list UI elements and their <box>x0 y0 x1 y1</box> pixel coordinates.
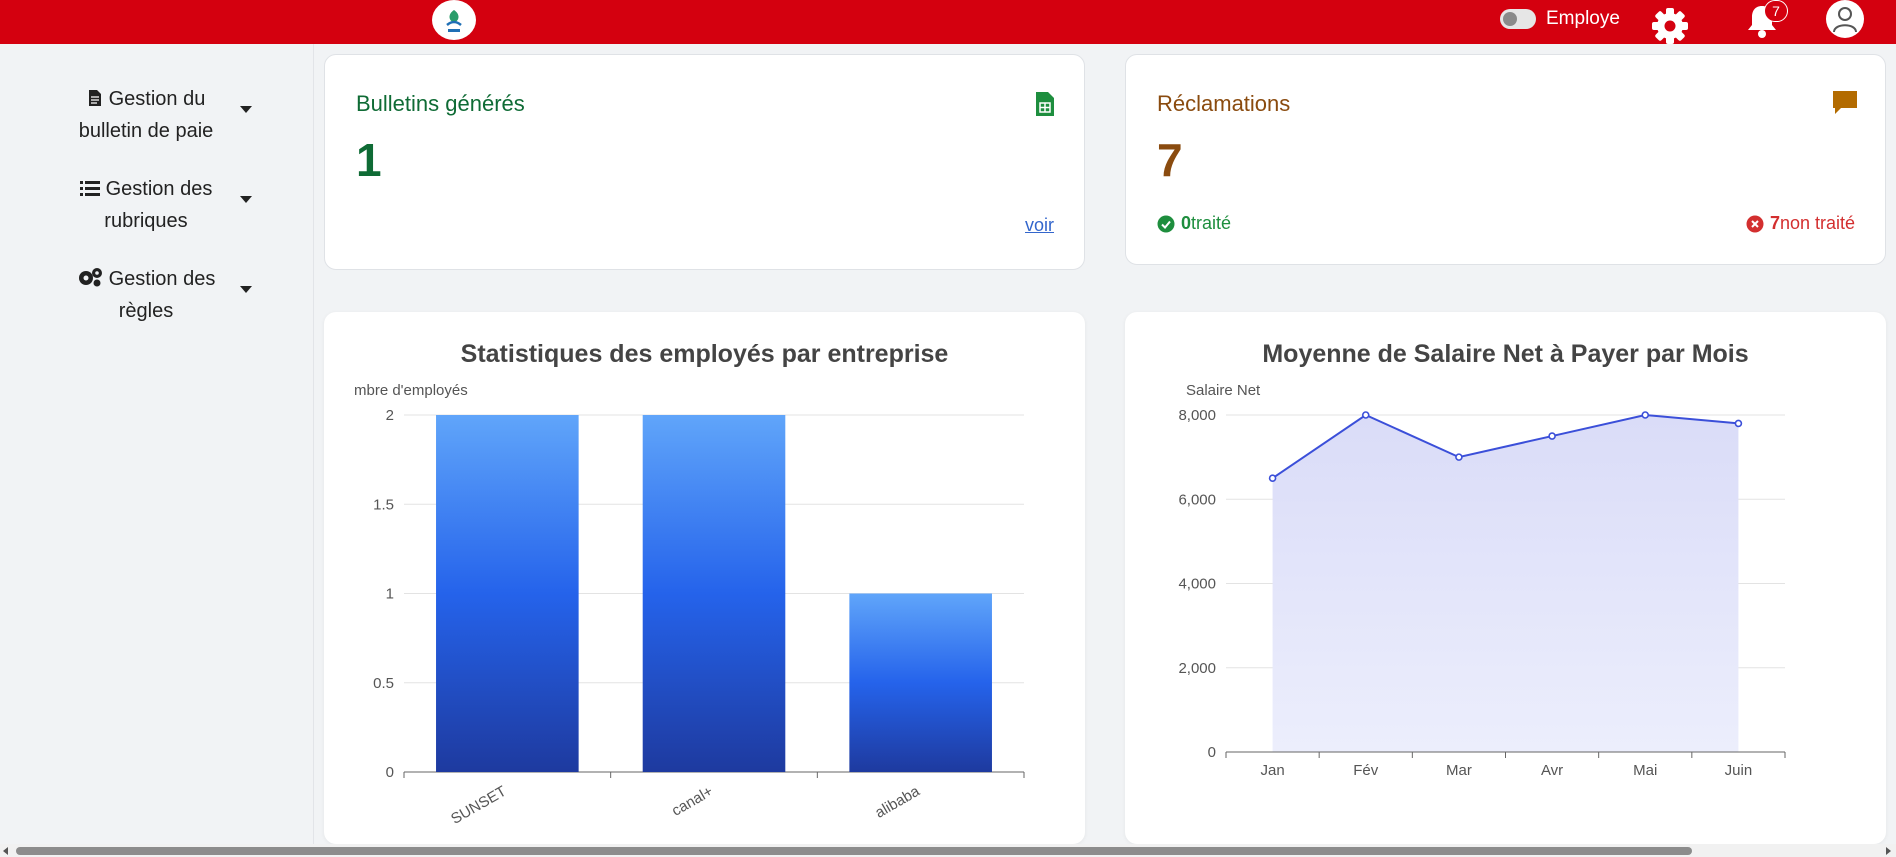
x-circle-icon <box>1746 215 1764 232</box>
x-tick-label: SUNSET <box>448 783 509 828</box>
bulletins-title: Bulletins générés <box>356 91 525 116</box>
caret-down-icon <box>240 286 252 293</box>
series-area <box>1272 415 1739 752</box>
sidebar-item-label: Gestion des rubriques <box>104 178 213 232</box>
reclamations-title: Réclamations <box>1157 91 1291 116</box>
settings-gear-icon[interactable] <box>1648 4 1692 53</box>
x-tick-label: Avr <box>1541 762 1563 779</box>
notification-badge: 7 <box>1764 0 1788 22</box>
x-tick-label: Fév <box>1353 762 1379 779</box>
data-point <box>1734 419 1743 428</box>
scroll-left-icon[interactable] <box>3 847 8 855</box>
bar <box>849 593 992 772</box>
app-logo[interactable] <box>432 0 476 40</box>
sidebar: Gestion du bulletin de paie Gestion des … <box>0 44 314 844</box>
scrollbar-thumb[interactable] <box>16 847 1692 855</box>
data-point <box>1361 411 1370 419</box>
scroll-right-icon[interactable] <box>1886 847 1891 855</box>
traite-count: 0 <box>1181 213 1192 233</box>
y-tick-label: 4,000 <box>1178 576 1216 593</box>
reclamations-card: Réclamations 7 0traité 7non traité <box>1125 54 1886 265</box>
bar <box>642 415 786 772</box>
x-tick-label: Mai <box>1633 762 1657 779</box>
bar <box>436 415 579 772</box>
logo-icon <box>446 10 462 32</box>
y-tick-label: 2,000 <box>1178 660 1216 677</box>
x-tick-label: Mar <box>1446 762 1472 779</box>
x-tick-label: Jan <box>1260 762 1284 779</box>
data-point <box>1641 411 1650 419</box>
non-traite-label: non traité <box>1780 213 1856 233</box>
file-icon <box>87 86 103 116</box>
y-tick-label: 1.5 <box>373 496 394 513</box>
horizontal-scrollbar[interactable] <box>0 844 1896 857</box>
data-point <box>1548 432 1556 440</box>
list-icon <box>79 176 100 206</box>
y-tick-label: 8,000 <box>1178 407 1216 424</box>
traite-stat: 0traité <box>1157 213 1231 234</box>
non-traite-stat: 7non traité <box>1746 213 1855 234</box>
traite-label: traité <box>1191 213 1232 233</box>
check-circle-icon <box>1157 215 1175 232</box>
spreadsheet-icon <box>1035 91 1055 122</box>
voir-link[interactable]: voir <box>1025 215 1054 236</box>
toggle-switch[interactable] <box>1500 9 1536 29</box>
y-tick-label: 0 <box>1208 744 1216 761</box>
reclamations-count: 7 <box>1157 134 1183 186</box>
caret-down-icon <box>240 196 252 203</box>
y-tick-label: 1 <box>386 586 394 603</box>
sidebar-item-label: Gestion des règles <box>108 268 216 322</box>
non-traite-count: 7 <box>1770 213 1781 233</box>
data-point <box>1268 474 1277 482</box>
area-chart: Salaire Net 0 2,000 4,000 6,000 8,000 Jan Fév Ma… <box>1178 382 1786 779</box>
salary-chart-card: Moyenne de Salaire Net à Payer par Mois … <box>1125 312 1886 844</box>
role-toggle[interactable]: Employe <box>1500 8 1620 30</box>
y-tick-label: 0 <box>386 764 394 781</box>
bar-chart: mbre d'employés 0 0.5 1 1.5 2 SUNSET canal+ alib… <box>354 382 1025 828</box>
comment-icon <box>1831 89 1859 122</box>
gears-icon <box>77 266 103 296</box>
sidebar-item-regles[interactable]: Gestion des règles <box>56 264 256 326</box>
y-axis-label: Salaire Net <box>1186 382 1261 399</box>
caret-down-icon <box>240 106 252 113</box>
y-axis-label: mbre d'employés <box>354 382 468 399</box>
bulletins-card: Bulletins générés 1 voir <box>324 54 1085 270</box>
toggle-label: Employe <box>1546 8 1620 29</box>
x-tick-label: Juin <box>1725 762 1753 779</box>
y-tick-label: 2 <box>386 407 394 424</box>
data-point <box>1455 453 1463 461</box>
x-tick-label: canal+ <box>669 783 716 820</box>
top-bar: Employe 7 <box>0 0 1896 44</box>
y-tick-label: 0.5 <box>373 675 394 692</box>
sidebar-item-bulletin[interactable]: Gestion du bulletin de paie <box>56 84 256 146</box>
y-tick-label: 6,000 <box>1178 491 1216 508</box>
x-tick-label: alibaba <box>872 782 923 821</box>
user-avatar-icon[interactable] <box>1826 0 1864 38</box>
bulletins-count: 1 <box>356 134 382 186</box>
employees-chart-card: Statistiques des employés par entreprise… <box>324 312 1085 844</box>
sidebar-item-rubriques[interactable]: Gestion des rubriques <box>56 174 256 236</box>
